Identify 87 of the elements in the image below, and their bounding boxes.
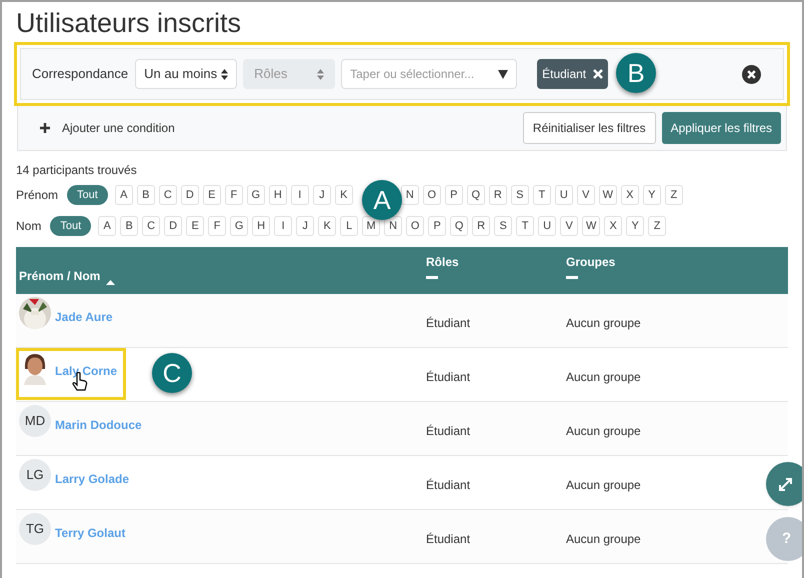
- letter-button[interactable]: Y: [642, 185, 661, 205]
- letter-button[interactable]: D: [180, 185, 199, 205]
- letter-button[interactable]: B: [120, 216, 138, 236]
- group-cell-text: Aucun groupe: [566, 477, 641, 494]
- letter-button[interactable]: T: [532, 185, 551, 205]
- apply-filters-button[interactable]: Appliquer les filtres: [662, 112, 781, 144]
- filter-tag[interactable]: Étudiant: [537, 59, 608, 89]
- add-condition-button[interactable]: Ajouter une condition: [40, 119, 175, 137]
- letter-button[interactable]: Q: [466, 185, 485, 205]
- close-icon[interactable]: [593, 69, 604, 79]
- letter-button[interactable]: Z: [664, 185, 683, 205]
- letter-button[interactable]: E: [202, 185, 221, 205]
- letter-button[interactable]: Q: [450, 216, 468, 236]
- letter-button[interactable]: W: [582, 216, 600, 236]
- letter-button[interactable]: S: [510, 185, 529, 205]
- letter-button[interactable]: U: [538, 216, 556, 236]
- filter-label: Prénom: [16, 187, 58, 204]
- group-cell-text: Aucun groupe: [566, 315, 641, 332]
- group-cell-text: Aucun groupe: [566, 423, 641, 440]
- letter-button[interactable]: J: [296, 216, 314, 236]
- letter-button[interactable]: K: [318, 216, 336, 236]
- initials-avatar: TG: [19, 513, 51, 545]
- letter-button[interactable]: R: [472, 216, 490, 236]
- letter-button[interactable]: C: [142, 216, 160, 236]
- role-cell-text: Étudiant: [426, 423, 472, 440]
- letter-button[interactable]: L: [340, 216, 358, 236]
- reset-filters-button[interactable]: Réinitialiser les filtres: [522, 112, 656, 144]
- expand-icon: [779, 478, 792, 490]
- letter-button[interactable]: K: [334, 185, 353, 205]
- sort-up-icon: [106, 280, 116, 285]
- letter-button[interactable]: V: [576, 185, 595, 205]
- letter-button[interactable]: X: [604, 216, 622, 236]
- close-icon[interactable]: [742, 64, 761, 84]
- letter-button[interactable]: V: [560, 216, 578, 236]
- dropdown-icon: [498, 70, 508, 79]
- search-field[interactable]: Taper ou sélectionner...: [341, 59, 518, 89]
- filter-label: Nom: [16, 218, 42, 235]
- participant-count: 14 participants trouvés: [16, 162, 138, 177]
- letter-button[interactable]: S: [494, 216, 512, 236]
- callout-marker: A: [362, 180, 402, 220]
- letter-button[interactable]: U: [554, 185, 573, 205]
- letter-button[interactable]: C: [158, 185, 177, 205]
- role-cell-text: Étudiant: [426, 531, 472, 548]
- letter-button[interactable]: O: [406, 216, 424, 236]
- letter-button[interactable]: W: [598, 185, 617, 205]
- column-header[interactable]: Prénom / Nom: [19, 267, 100, 285]
- letter-button[interactable]: J: [312, 185, 331, 205]
- letter-button[interactable]: R: [488, 185, 507, 205]
- sort-icon: [317, 68, 324, 80]
- match-select[interactable]: Un au moins: [135, 59, 238, 89]
- initials-avatar: LG: [19, 459, 51, 491]
- letter-button[interactable]: D: [164, 216, 182, 236]
- letter-button[interactable]: F: [224, 185, 243, 205]
- letter-button[interactable]: H: [252, 216, 270, 236]
- all-letters-button[interactable]: Tout: [50, 216, 92, 236]
- group-cell-text: Aucun groupe: [566, 369, 641, 386]
- callout-marker: C: [152, 353, 192, 393]
- column-header: Groupes: [566, 254, 616, 271]
- sort-icon: [221, 68, 228, 80]
- letter-button[interactable]: Y: [626, 216, 644, 236]
- letter-button[interactable]: P: [444, 185, 463, 205]
- letter-button[interactable]: F: [208, 216, 226, 236]
- group-cell-text: Aucun groupe: [566, 531, 641, 548]
- letter-button[interactable]: X: [620, 185, 639, 205]
- match-label: Correspondance: [32, 65, 128, 84]
- role-cell-text: Étudiant: [426, 477, 472, 494]
- column-header: Rôles: [426, 254, 460, 271]
- all-letters-button[interactable]: Tout: [67, 185, 108, 205]
- tag-label: Étudiant: [542, 66, 586, 83]
- initials-avatar: MD: [19, 405, 51, 437]
- letter-button[interactable]: P: [428, 216, 446, 236]
- letter-button[interactable]: B: [136, 185, 155, 205]
- letter-button[interactable]: T: [516, 216, 534, 236]
- letter-button[interactable]: I: [290, 185, 309, 205]
- letter-button[interactable]: A: [114, 185, 133, 205]
- role-cell-text: Étudiant: [426, 369, 472, 386]
- letter-button[interactable]: O: [422, 185, 441, 205]
- plus-icon: [40, 123, 50, 133]
- letter-button[interactable]: A: [98, 216, 116, 236]
- letter-button[interactable]: G: [246, 185, 265, 205]
- letter-button[interactable]: E: [186, 216, 204, 236]
- letter-button[interactable]: I: [274, 216, 292, 236]
- page-title: Utilisateurs inscrits: [16, 7, 242, 40]
- role-cell-text: Étudiant: [426, 315, 472, 332]
- letter-button[interactable]: Z: [648, 216, 666, 236]
- letter-button[interactable]: G: [230, 216, 248, 236]
- letter-button[interactable]: H: [268, 185, 287, 205]
